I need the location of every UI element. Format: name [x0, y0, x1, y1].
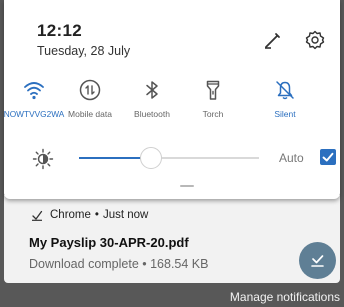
open-download-button[interactable]	[299, 242, 336, 279]
tile-torch-label: Torch	[202, 109, 224, 119]
notification-header: Chrome • Just now	[31, 209, 148, 221]
panel-drag-handle[interactable]	[180, 185, 194, 187]
notification-subtitle: Download complete • 168.54 KB	[29, 257, 209, 271]
notification-app-name: Chrome	[50, 209, 91, 221]
quick-settings-panel: 12:12 Tuesday, 28 July NOWTVVG2WA Mobile…	[4, 0, 340, 199]
tile-torch[interactable]: Torch	[177, 78, 249, 142]
auto-brightness-label: Auto	[279, 151, 304, 165]
edit-button[interactable]	[262, 29, 284, 51]
tile-silent[interactable]: Silent	[249, 78, 321, 142]
wifi-icon	[24, 82, 44, 100]
notification-title: My Payslip 30-APR-20.pdf	[29, 235, 189, 250]
flashlight-icon	[206, 80, 220, 100]
download-icon	[32, 210, 43, 221]
mobile-data-icon	[79, 79, 101, 101]
settings-button[interactable]	[304, 29, 326, 51]
notification-time: Just now	[102, 209, 149, 221]
notification-card[interactable]: Chrome • Just now My Payslip 30-APR-20.p…	[4, 195, 340, 283]
brightness-slider-thumb[interactable]	[140, 147, 162, 169]
bell-off-icon	[276, 81, 294, 100]
pencil-icon	[265, 33, 280, 49]
auto-brightness-checkbox[interactable]	[320, 149, 336, 165]
download-complete-icon	[311, 255, 324, 267]
notification-separator: •	[94, 209, 99, 221]
bluetooth-icon	[146, 81, 158, 99]
clock-time: 12:12	[37, 21, 82, 40]
brightness-icon	[32, 148, 54, 170]
gear-icon	[305, 30, 325, 50]
checkmark-icon	[322, 152, 334, 162]
tile-silent-label: Silent	[274, 109, 296, 119]
date-label: Tuesday, 28 July	[37, 44, 131, 58]
manage-notifications-link[interactable]: Manage notifications	[230, 290, 340, 304]
